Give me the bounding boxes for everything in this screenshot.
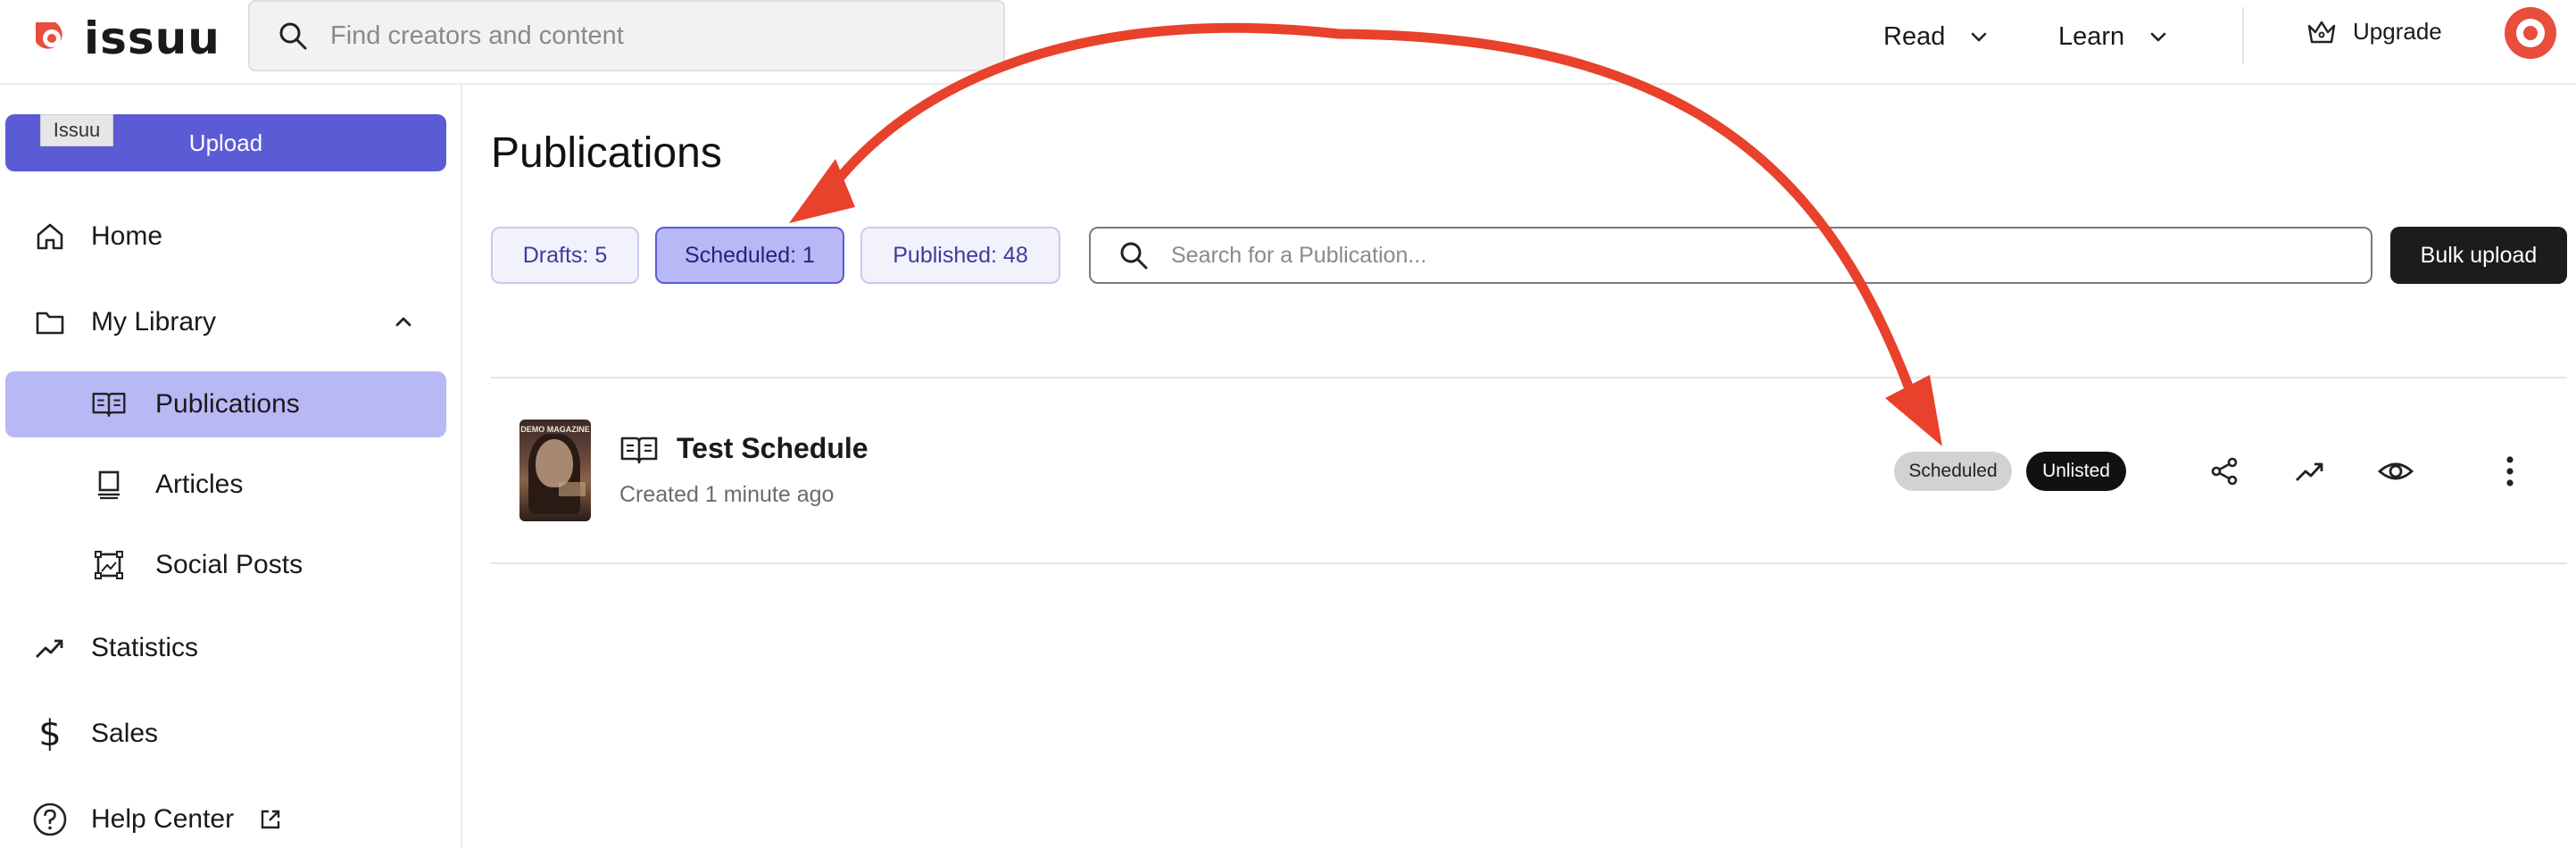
header-divider: [2242, 7, 2244, 64]
folder-icon: [32, 304, 68, 340]
sidebar-item-social-posts[interactable]: Social Posts: [5, 532, 446, 598]
cover-text-block: [559, 482, 586, 496]
chevron-down-icon: [2150, 32, 2166, 42]
image-frame-icon: [91, 547, 127, 583]
sidebar-item-help-center[interactable]: Help Center: [5, 786, 446, 848]
annotation-arrowhead: [1885, 375, 1942, 446]
search-placeholder: Search for a Publication...: [1171, 242, 1427, 268]
sidebar-item-label: Social Posts: [155, 550, 303, 579]
search-icon: [1120, 242, 1148, 270]
issuu-logo-icon: [36, 22, 62, 49]
publication-search-input[interactable]: Search for a Publication...: [1089, 227, 2372, 284]
logo-wordmark: issuu: [84, 12, 220, 64]
user-avatar[interactable]: [2505, 7, 2556, 59]
filter-published[interactable]: Published: 48: [860, 227, 1060, 284]
preview-eye-icon: [2378, 462, 2414, 480]
status-badge-unlisted: Unlisted: [2026, 452, 2126, 491]
upgrade-label: Upgrade: [2353, 18, 2442, 45]
more-options-button[interactable]: [2490, 452, 2530, 491]
page-title: Publications: [491, 129, 722, 177]
issuu-logo[interactable]: issuu: [32, 12, 220, 64]
publication-title[interactable]: Test Schedule: [677, 432, 868, 465]
sidebar-item-label: Publications: [155, 389, 300, 419]
global-search-input[interactable]: Find creators and content: [248, 0, 1005, 71]
nav-read-label: Read: [1883, 21, 1946, 51]
sidebar-item-label: Home: [91, 221, 163, 251]
cover-title: DEMO MAGAZINE: [520, 425, 590, 434]
chevron-down-icon: [1972, 32, 1987, 42]
bulk-upload-label: Bulk upload: [2420, 242, 2538, 268]
search-icon: [279, 22, 307, 50]
filter-label: Published: 48: [893, 242, 1028, 268]
help-circle-icon: [32, 802, 68, 837]
article-icon: [91, 467, 127, 503]
upgrade-button[interactable]: Upgrade: [2306, 18, 2442, 46]
search-placeholder: Find creators and content: [330, 21, 624, 50]
share-button[interactable]: [2205, 452, 2244, 491]
sidebar-item-sales[interactable]: $ Sales: [5, 701, 446, 767]
nav-read-menu[interactable]: Read: [1883, 18, 1990, 55]
tooltip: Issuu: [40, 114, 113, 146]
sidebar-item-label: Help Center: [91, 804, 235, 834]
top-header: issuu Find creators and content Read Lea…: [0, 0, 2576, 85]
filter-drafts[interactable]: Drafts: 5: [491, 227, 639, 284]
book-open-icon: [91, 387, 127, 422]
more-vertical-icon: [2506, 456, 2514, 486]
annotation-arrow-to-badge: [1334, 29, 1915, 396]
crown-icon: [2307, 21, 2336, 43]
home-icon: [32, 219, 68, 254]
dollar-icon: $: [38, 713, 62, 754]
external-link-icon: [261, 810, 280, 829]
bulk-upload-button[interactable]: Bulk upload: [2390, 227, 2567, 284]
trending-up-icon: [32, 630, 68, 666]
sidebar-item-articles[interactable]: Articles: [5, 452, 446, 518]
nav-learn-label: Learn: [2058, 21, 2125, 51]
book-open-icon: [620, 436, 658, 464]
statistics-button[interactable]: [2290, 452, 2330, 491]
sidebar: Upload Issuu Home My Library Publication…: [0, 85, 462, 848]
sidebar-item-home[interactable]: Home: [5, 204, 446, 270]
sidebar-item-label: Articles: [155, 470, 244, 499]
list-top-divider: [491, 377, 2567, 378]
share-icon: [2211, 457, 2238, 486]
filter-label: Scheduled: 1: [685, 242, 815, 268]
list-bottom-divider: [491, 562, 2567, 564]
sidebar-item-label: Sales: [91, 719, 159, 748]
filter-scheduled[interactable]: Scheduled: 1: [655, 227, 844, 284]
sidebar-item-label: Statistics: [91, 633, 199, 662]
sidebar-item-statistics[interactable]: Statistics: [5, 615, 446, 681]
annotation-arrowhead: [789, 159, 855, 223]
publication-cover-thumbnail[interactable]: DEMO MAGAZINE: [519, 420, 591, 521]
cover-face: [536, 439, 573, 487]
filter-label: Drafts: 5: [522, 242, 608, 268]
nav-learn-menu[interactable]: Learn: [2058, 18, 2169, 55]
sidebar-item-publications[interactable]: Publications: [5, 371, 446, 437]
publication-created-date: Created 1 minute ago: [619, 482, 835, 507]
sidebar-item-my-library[interactable]: My Library: [5, 289, 446, 355]
sidebar-item-label: My Library: [91, 307, 217, 337]
chevron-up-icon[interactable]: [393, 312, 414, 333]
statistics-icon: [2296, 462, 2323, 481]
preview-button[interactable]: [2376, 452, 2415, 491]
status-badge-scheduled: Scheduled: [1894, 452, 2012, 491]
upload-label: Upload: [188, 129, 263, 156]
